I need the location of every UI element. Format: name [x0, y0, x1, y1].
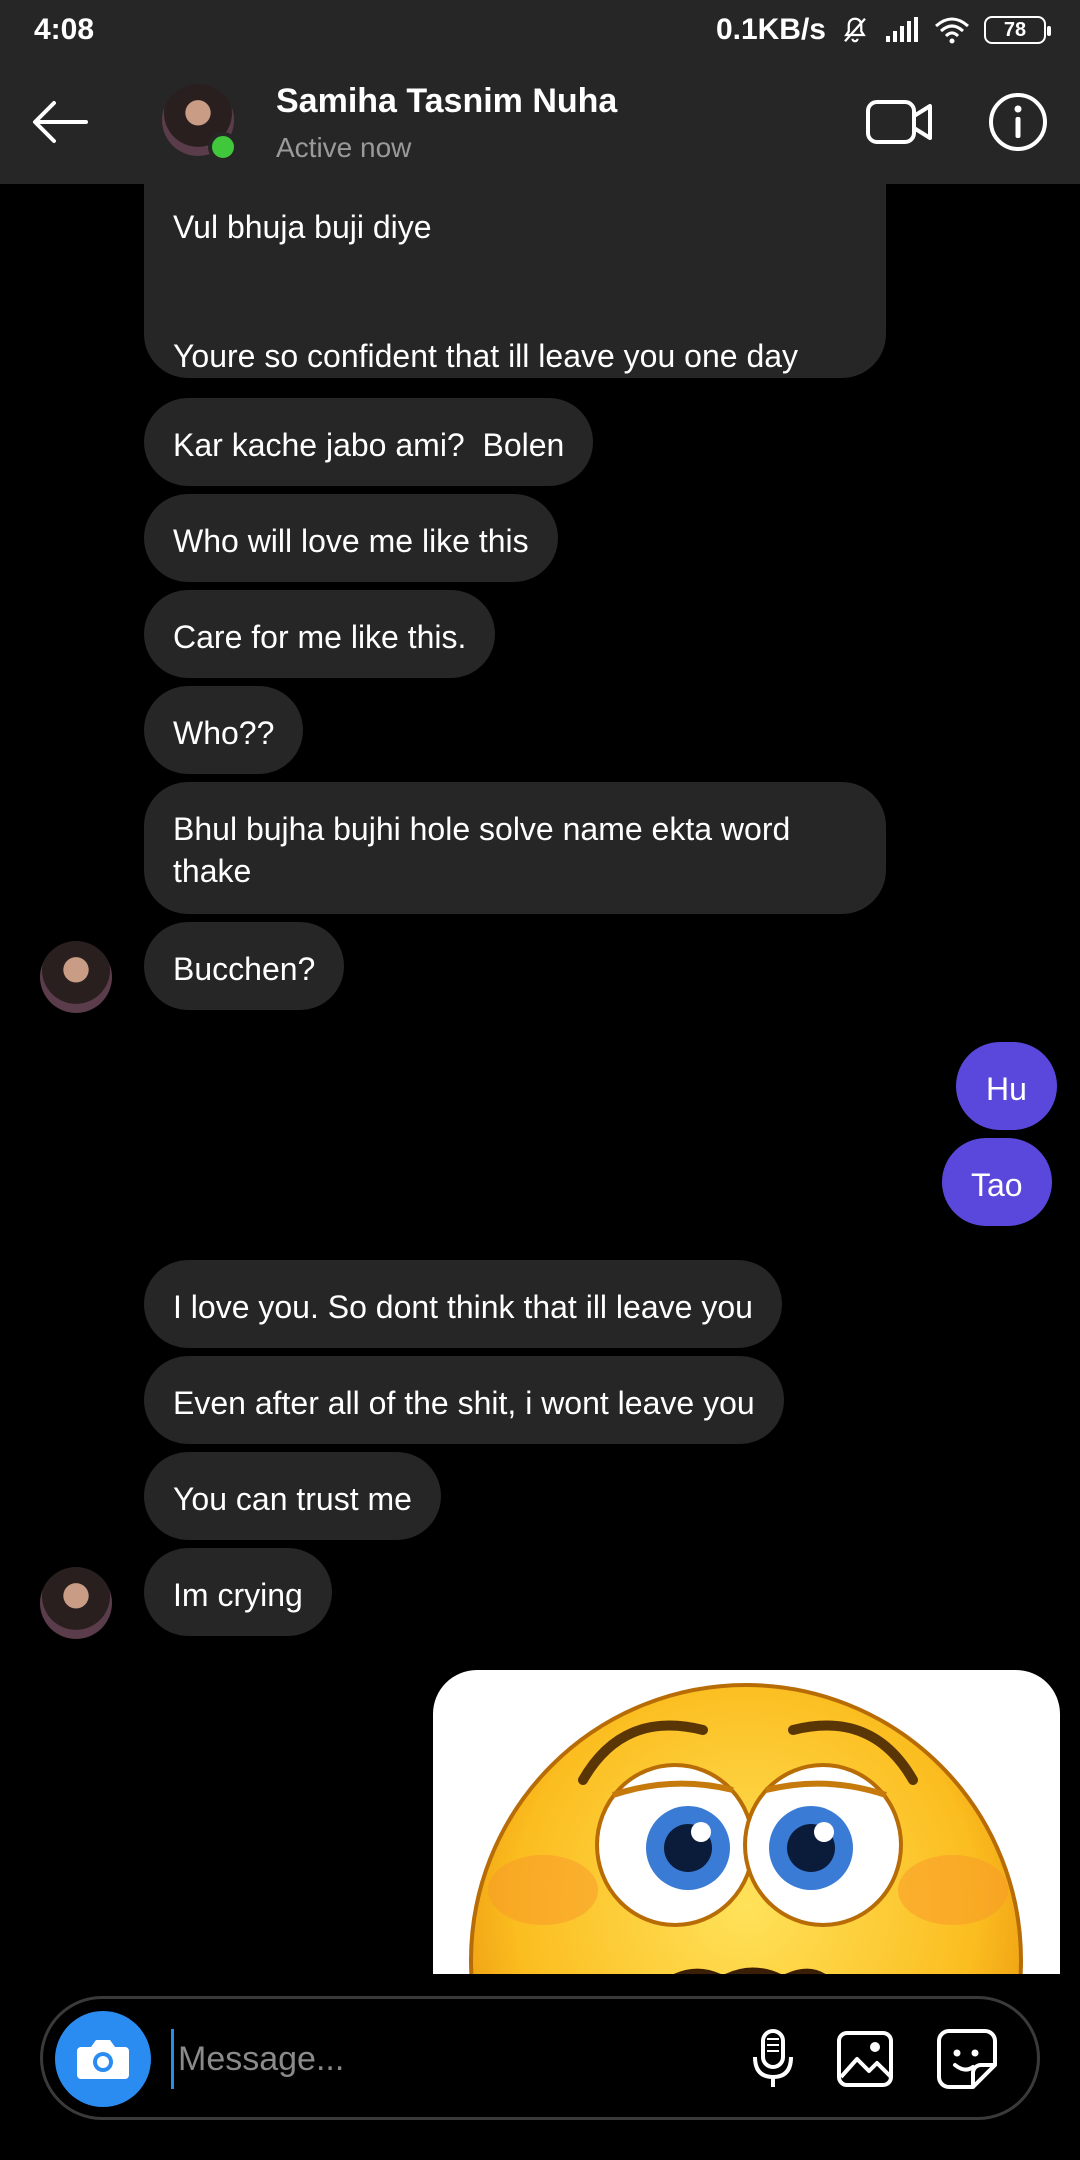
wifi-icon [935, 17, 969, 44]
message-bubble[interactable]: Vul bhuja buji diye Youre so confident t… [144, 184, 886, 378]
message-bubble[interactable]: Im crying [144, 1548, 332, 1636]
message-bubble[interactable]: Who?? [144, 686, 304, 774]
gallery-button[interactable] [833, 2027, 897, 2091]
status-bar: 4:08 0.1KB/s 78 [0, 0, 1080, 60]
message-bubble[interactable]: Bhul bujha bujhi hole solve name ekta wo… [144, 782, 886, 914]
sent-message-bubble[interactable]: Hu [956, 1042, 1057, 1130]
status-icons: 0.1KB/s 78 [715, 13, 1051, 47]
network-speed: 0.1KB/s [715, 13, 826, 46]
sticker-button[interactable] [935, 2027, 999, 2091]
message-bubble[interactable]: I love you. So dont think that ill leave… [144, 1260, 782, 1348]
message-text: Tao [971, 1167, 1023, 1203]
camera-button[interactable] [55, 2011, 151, 2107]
info-icon [989, 93, 1047, 151]
gallery-icon [837, 2031, 893, 2087]
message-text: I love you. So dont think that ill leave… [173, 1289, 753, 1325]
contact-name[interactable]: Samiha Tasnim Nuha [276, 82, 617, 121]
message-input[interactable] [171, 2029, 731, 2089]
mute-icon [844, 17, 866, 43]
info-button[interactable] [986, 90, 1050, 154]
message-bubble[interactable]: Care for me like this. [144, 590, 496, 678]
message-text: Who will love me like this [173, 523, 529, 559]
voice-message-button[interactable] [741, 2027, 805, 2091]
message-bubble[interactable]: Who will love me like this [144, 494, 558, 582]
message-text: Vul bhuja buji diye Youre so confident t… [173, 209, 799, 374]
back-arrow-icon [33, 101, 88, 143]
worried-face-emoji-icon [469, 1683, 1023, 1974]
sent-message-bubble[interactable]: Tao [942, 1138, 1052, 1226]
message-thread[interactable]: Vul bhuja buji diye Youre so confident t… [0, 184, 1080, 1974]
microphone-icon [753, 2029, 793, 2087]
camera-icon [77, 2040, 129, 2079]
sender-avatar[interactable] [40, 941, 112, 1013]
video-call-button[interactable] [864, 92, 934, 152]
status-time: 4:08 [34, 13, 95, 46]
message-text: Care for me like this. [173, 619, 467, 655]
battery-icon: 78 [984, 16, 1051, 44]
message-text: Bhul bujha bujhi hole solve name ekta wo… [173, 811, 791, 889]
chat-header: Samiha Tasnim Nuha Active now [0, 60, 1080, 184]
contact-status: Active now [276, 132, 412, 163]
message-text: You can trust me [173, 1481, 412, 1517]
message-bubble[interactable]: Even after all of the shit, i wont leave… [144, 1356, 784, 1444]
sticker-icon [937, 2029, 997, 2089]
video-call-icon [866, 100, 932, 144]
message-text: Bucchen? [173, 951, 316, 987]
message-composer [40, 1996, 1040, 2120]
signal-icon [886, 17, 918, 42]
back-button[interactable] [28, 90, 92, 154]
message-text: Kar kache jabo ami? Bolen [173, 427, 565, 463]
message-bubble[interactable]: Bucchen? [144, 922, 345, 1010]
message-text: Hu [986, 1071, 1027, 1107]
online-indicator [208, 132, 238, 162]
message-text: Im crying [173, 1577, 303, 1613]
message-bubble[interactable]: Kar kache jabo ami? Bolen [144, 398, 594, 486]
battery-level: 78 [1003, 18, 1027, 41]
message-bubble[interactable]: You can trust me [144, 1452, 441, 1540]
sender-avatar[interactable] [40, 1567, 112, 1639]
message-text: Who?? [173, 715, 275, 751]
sent-sticker[interactable] [433, 1670, 1060, 1974]
message-text: Even after all of the shit, i wont leave… [173, 1385, 755, 1421]
